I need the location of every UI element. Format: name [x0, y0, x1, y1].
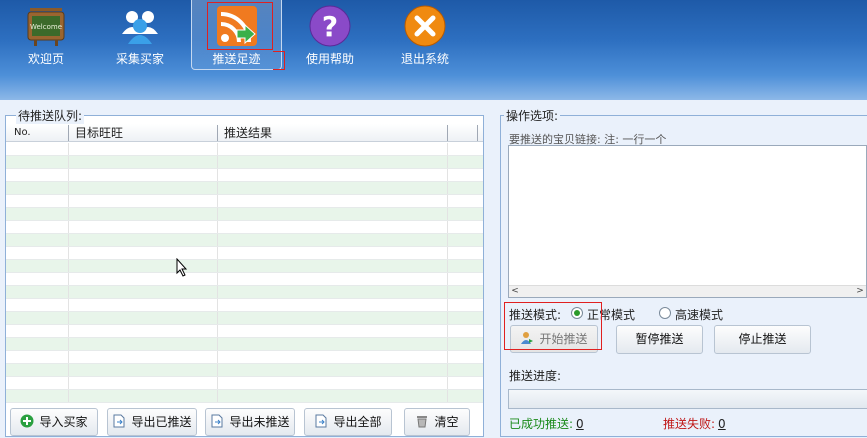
- empty-grid-row: [6, 377, 483, 390]
- queue-actions: 导入买家 导出已推送 导出未推送 导出全部 清空: [5, 408, 484, 438]
- empty-grid-row: [6, 325, 483, 338]
- empty-grid-row: [6, 364, 483, 377]
- toolbar-welcome[interactable]: Welcome 欢迎页: [0, 0, 92, 70]
- export-doc-icon: [211, 414, 223, 428]
- fail-count[interactable]: 0: [718, 417, 726, 431]
- export-pushed-button[interactable]: 导出已推送: [107, 408, 197, 436]
- fail-label: 推送失败:: [663, 417, 716, 431]
- col-end: [477, 125, 484, 141]
- export-all-button[interactable]: 导出全部: [304, 408, 392, 436]
- success-count[interactable]: 0: [576, 417, 584, 431]
- empty-grid-row: [6, 208, 483, 221]
- welcome-board-icon: Welcome: [27, 8, 65, 46]
- scroll-right-icon[interactable]: >: [854, 286, 866, 297]
- highlight-box-mode-start: [504, 302, 602, 350]
- empty-grid-row: [6, 234, 483, 247]
- empty-grid-row: [6, 299, 483, 312]
- exit-icon: [404, 5, 446, 47]
- empty-grid-row: [6, 338, 483, 351]
- toolbar-collect-buyers[interactable]: 采集买家: [94, 0, 186, 70]
- users-icon: [122, 11, 158, 44]
- empty-grid-row: [6, 221, 483, 234]
- col-extra[interactable]: [447, 125, 477, 141]
- options-title: 操作选项:: [504, 107, 561, 124]
- export-doc-icon: [113, 414, 125, 428]
- mouse-cursor-icon: [176, 258, 188, 277]
- empty-grid-row: [6, 351, 483, 364]
- clear-button[interactable]: 清空: [404, 408, 470, 436]
- toolbar-exit[interactable]: 退出系统: [379, 0, 471, 70]
- scroll-left-icon[interactable]: <: [509, 286, 521, 297]
- fast-mode-label[interactable]: 高速模式: [675, 306, 723, 323]
- empty-grid-row: [6, 143, 483, 156]
- stop-push-button[interactable]: 停止推送: [714, 325, 811, 354]
- toolbar-welcome-label: 欢迎页: [27, 52, 64, 66]
- svg-text:?: ?: [322, 10, 338, 43]
- col-push-result[interactable]: 推送结果: [217, 125, 447, 141]
- empty-grid-row: [6, 273, 483, 286]
- col-target-wangwang[interactable]: 目标旺旺: [68, 125, 218, 141]
- queue-grid-header: No. 目标旺旺 推送结果: [6, 124, 483, 142]
- toolbar-help-label: 使用帮助: [305, 52, 354, 66]
- empty-grid-row: [6, 312, 483, 325]
- empty-grid-row: [6, 169, 483, 182]
- empty-grid-row: [6, 182, 483, 195]
- empty-grid-row: [6, 390, 483, 403]
- queue-grid-body[interactable]: [6, 143, 483, 411]
- toolbar-collect-label: 采集买家: [115, 52, 164, 66]
- trash-icon: [417, 416, 428, 428]
- help-icon: ?: [309, 5, 351, 47]
- export-unpushed-button[interactable]: 导出未推送: [205, 408, 295, 436]
- push-progress-bar: [508, 389, 867, 409]
- svg-text:Welcome: Welcome: [30, 23, 62, 31]
- queue-panel: No. 目标旺旺 推送结果: [5, 115, 484, 437]
- toolbar-help[interactable]: ? 使用帮助: [284, 0, 376, 70]
- fail-stat: 推送失败: 0: [663, 415, 726, 432]
- horizontal-scrollbar[interactable]: < >: [509, 285, 866, 297]
- radio-fast-mode[interactable]: [659, 307, 671, 319]
- progress-label: 推送进度:: [509, 369, 562, 383]
- success-label: 已成功推送:: [509, 417, 574, 431]
- links-textarea[interactable]: < >: [508, 145, 867, 298]
- import-buyers-button[interactable]: 导入买家: [10, 408, 98, 436]
- queue-title: 待推送队列:: [16, 107, 85, 124]
- main-toolbar: Welcome 欢迎页 采集买家 推送足迹 ? 使用帮助 退出系统: [0, 0, 867, 100]
- highlight-box-icon: [207, 2, 273, 50]
- success-stat: 已成功推送: 0: [509, 415, 584, 432]
- empty-grid-row: [6, 260, 483, 273]
- empty-grid-row: [6, 156, 483, 169]
- toolbar-exit-label: 退出系统: [400, 52, 449, 66]
- export-doc-icon: [315, 414, 327, 428]
- empty-grid-row: [6, 195, 483, 208]
- col-no[interactable]: No.: [10, 125, 70, 141]
- pause-push-button[interactable]: 暂停推送: [616, 325, 703, 354]
- add-icon: [20, 414, 34, 428]
- empty-grid-row: [6, 286, 483, 299]
- empty-grid-row: [6, 247, 483, 260]
- toolbar-push-label: 推送足迹: [212, 52, 261, 66]
- highlight-box-label: [273, 51, 285, 70]
